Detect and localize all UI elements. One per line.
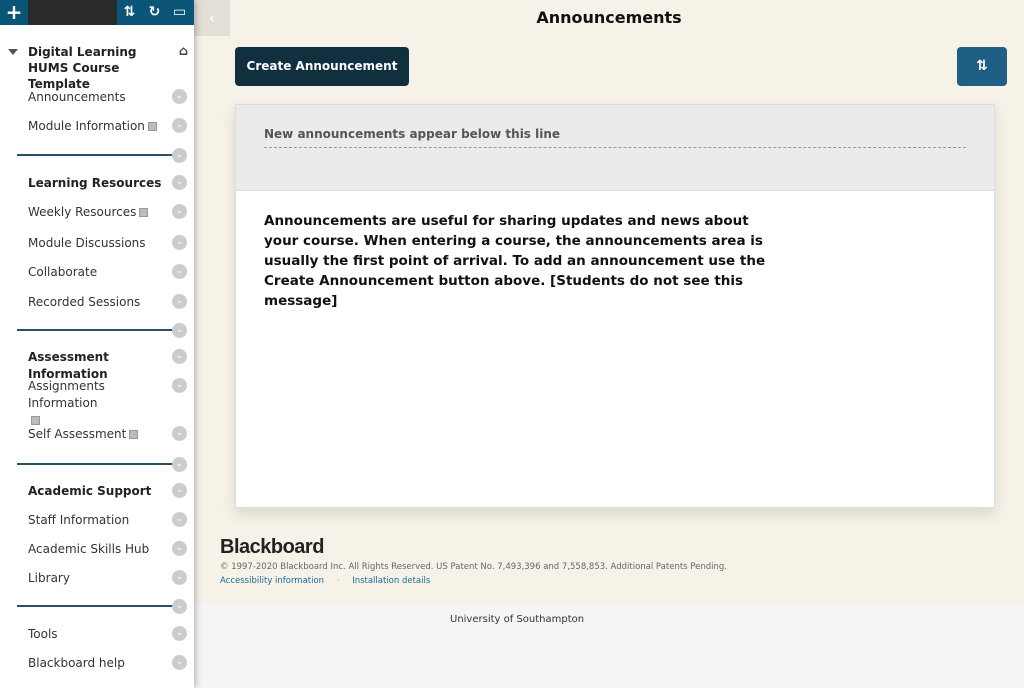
sidebar-item-tools[interactable]: Tools [28,626,188,643]
chevron-down-icon[interactable]: ⌄ [172,512,187,527]
menu-toolbar: + ⇅ ↻ ▭ [0,0,194,25]
divider [17,605,175,607]
instructor-message: Announcements are useful for sharing upd… [264,213,766,309]
divider [17,329,175,331]
sidebar-item-academic-skills-hub[interactable]: Academic Skills Hub [28,541,188,558]
chevron-left-icon: ‹ [208,8,216,27]
sidebar-item-announcements[interactable]: Announcements [28,89,188,106]
create-announcement-button[interactable]: Create Announcement [235,47,409,86]
accessibility-link[interactable]: Accessibility information [220,576,324,586]
collapse-triangle-icon[interactable] [8,49,18,55]
announcements-panel: New announcements appear below this line… [235,104,995,508]
reorder-icon[interactable]: ⇅ [117,0,142,25]
chevron-down-icon[interactable]: ⌄ [172,118,187,133]
add-menu-item-button[interactable]: + [0,0,28,25]
chevron-down-icon[interactable]: ⌄ [172,655,187,670]
chevron-down-icon[interactable]: ⌄ [172,148,187,163]
sidebar-item-self-assessment[interactable]: Self Assessment [28,426,188,443]
chevron-down-icon[interactable]: ⌄ [172,204,187,219]
sidebar-item-collaborate[interactable]: Collaborate [28,264,188,281]
sidebar-item-library[interactable]: Library [28,570,188,587]
chevron-down-icon[interactable]: ⌄ [172,626,187,641]
sidebar-item-recorded-sessions[interactable]: Recorded Sessions [28,294,188,311]
sidebar-item-staff-information[interactable]: Staff Information [28,512,188,529]
blackboard-logo: Blackboard [220,536,324,558]
chevron-down-icon[interactable]: ⌄ [172,294,187,309]
page-icon [129,430,139,439]
chevron-down-icon[interactable]: ⌄ [172,570,187,585]
page-icon [31,416,40,425]
sort-icon: ⇅ [976,58,988,74]
chevron-down-icon[interactable]: ⌄ [172,175,187,190]
chevron-down-icon[interactable]: ⌄ [172,541,187,556]
page-title: Announcements [536,8,682,27]
course-menu: + ⇅ ↻ ▭ Digital Learning HUMS Course Tem… [0,0,194,688]
sidebar-item-module-discussions[interactable]: Module Discussions [28,235,188,252]
chevron-down-icon[interactable]: ⌄ [172,89,187,104]
course-title[interactable]: Digital Learning HUMS Course Template ⌂ [8,44,188,92]
home-icon[interactable]: ⌂ [179,44,188,60]
sidebar-item-module-information[interactable]: Module Information [28,118,188,135]
chevron-down-icon[interactable]: ⌄ [172,426,187,441]
page-icon [139,208,149,217]
chevron-down-icon[interactable]: ⌄ [172,323,187,338]
announcements-divider-text: New announcements appear below this line [264,127,966,148]
chevron-down-icon[interactable]: ⌄ [172,483,187,498]
copyright-text: © 1997-2020 Blackboard Inc. All Rights R… [220,562,727,572]
page-icon [147,122,157,131]
chevron-down-icon[interactable]: ⌄ [172,457,187,472]
chevron-down-icon[interactable]: ⌄ [172,235,187,250]
sidebar-item-weekly-resources[interactable]: Weekly Resources [28,204,188,221]
chevron-down-icon[interactable]: ⌄ [172,599,187,614]
installation-details-link[interactable]: Installation details [352,576,430,586]
collapse-menu-button[interactable]: ‹ [194,0,230,36]
chevron-down-icon[interactable]: ⌄ [172,349,187,364]
chevron-down-icon[interactable]: ⌄ [172,264,187,279]
sort-button[interactable]: ⇅ [957,47,1007,86]
refresh-icon[interactable]: ↻ [142,0,167,25]
sidebar-heading-learning-resources: Learning Resources [28,176,162,190]
window-icon[interactable]: ▭ [167,0,192,25]
divider [17,463,175,465]
chevron-down-icon[interactable]: ⌄ [172,378,187,393]
divider [17,154,175,156]
sidebar-item-blackboard-help[interactable]: Blackboard help [28,655,188,672]
sidebar-item-assignments-information[interactable]: Assignments Information [28,378,173,429]
sidebar-heading-academic-support: Academic Support [28,484,152,498]
institution-name: University of Southampton [450,614,585,625]
content-area: Announcements Create Announcement ⇅ New … [194,0,1024,603]
